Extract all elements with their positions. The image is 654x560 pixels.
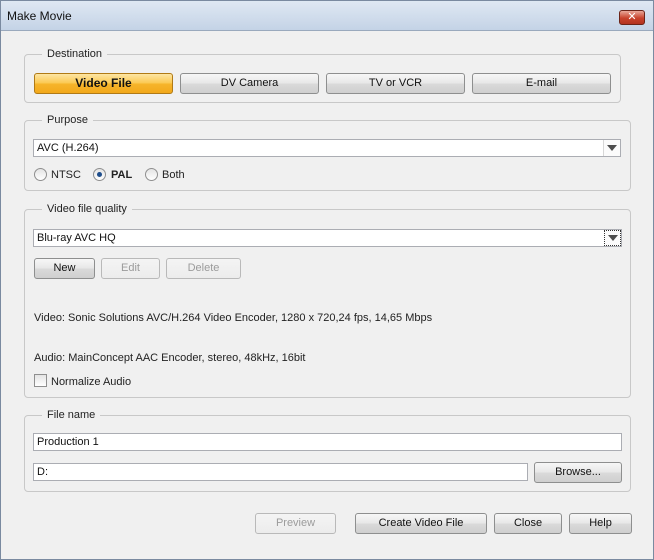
destination-label: Destination xyxy=(42,47,108,61)
both-radio[interactable] xyxy=(145,168,158,181)
make-movie-dialog: Make Movie ✕ Destination Video File DV C… xyxy=(0,0,654,560)
delete-preset-button[interactable]: Delete xyxy=(166,258,241,279)
edit-preset-button[interactable]: Edit xyxy=(101,258,160,279)
chevron-down-icon[interactable] xyxy=(603,140,620,156)
help-button[interactable]: Help xyxy=(569,513,632,534)
file-name-input[interactable]: Production 1 xyxy=(33,433,622,451)
close-icon[interactable]: ✕ xyxy=(619,10,645,25)
file-path-value: D: xyxy=(37,466,48,478)
quality-preset-value: Blu-ray AVC HQ xyxy=(37,232,116,244)
new-preset-button[interactable]: New xyxy=(34,258,95,279)
video-file-button[interactable]: Video File xyxy=(34,73,173,94)
file-path-input[interactable]: D: xyxy=(33,463,528,481)
close-button[interactable]: Close xyxy=(494,513,562,534)
quality-label: Video file quality xyxy=(42,202,132,216)
video-encoder-info: Video: Sonic Solutions AVC/H.264 Video E… xyxy=(34,312,433,324)
normalize-audio-label: Normalize Audio xyxy=(51,376,132,388)
tv-or-vcr-button[interactable]: TV or VCR xyxy=(326,73,465,94)
window-title: Make Movie xyxy=(7,9,72,23)
quality-preset-select[interactable]: Blu-ray AVC HQ xyxy=(33,229,622,247)
email-button[interactable]: E-mail xyxy=(472,73,611,94)
title-bar[interactable]: Make Movie ✕ xyxy=(1,1,653,31)
ntsc-radio[interactable] xyxy=(34,168,47,181)
create-video-file-button[interactable]: Create Video File xyxy=(355,513,487,534)
format-select-value: AVC (H.264) xyxy=(37,142,99,154)
file-name-value: Production 1 xyxy=(37,436,99,448)
normalize-audio-checkbox[interactable] xyxy=(34,374,47,387)
preview-button[interactable]: Preview xyxy=(255,513,336,534)
pal-radio[interactable] xyxy=(93,168,106,181)
pal-label: PAL xyxy=(111,169,133,181)
format-select[interactable]: AVC (H.264) xyxy=(33,139,621,157)
purpose-label: Purpose xyxy=(42,113,93,127)
chevron-down-icon[interactable] xyxy=(604,230,621,246)
audio-encoder-info: Audio: MainConcept AAC Encoder, stereo, … xyxy=(34,352,306,364)
browse-button[interactable]: Browse... xyxy=(534,462,622,483)
both-label: Both xyxy=(162,169,185,181)
dv-camera-button[interactable]: DV Camera xyxy=(180,73,319,94)
file-name-label: File name xyxy=(42,408,101,422)
ntsc-label: NTSC xyxy=(51,169,81,181)
